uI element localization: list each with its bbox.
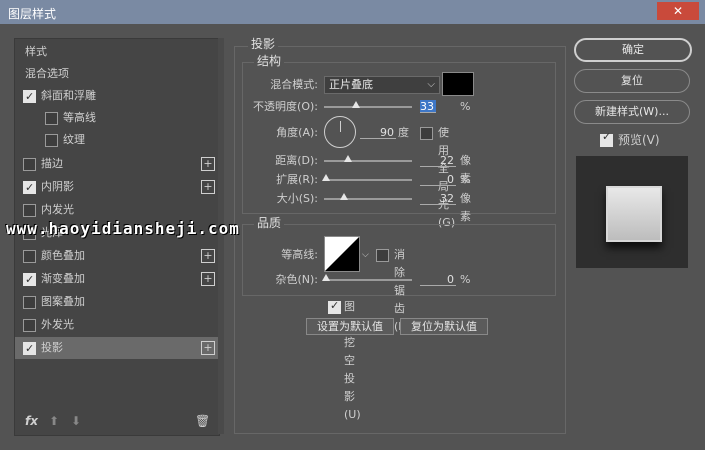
- fx-icon[interactable]: fx: [25, 414, 38, 428]
- move-down-icon[interactable]: ⬇: [71, 414, 81, 428]
- add-gradient-overlay-icon[interactable]: +: [201, 272, 215, 286]
- window-title: 图层样式: [8, 7, 57, 21]
- opacity-label: 不透明度(O):: [253, 100, 318, 113]
- contour-label: 等高线:: [281, 248, 318, 261]
- outer-glow-checkbox[interactable]: [23, 319, 36, 332]
- spread-value[interactable]: 0: [420, 173, 456, 186]
- blending-options-item[interactable]: 混合选项: [15, 63, 219, 85]
- drop-shadow-title: 投影: [248, 35, 279, 52]
- title-bar: 图层样式 ✕: [0, 0, 705, 24]
- dialog-actions-panel: 确定 复位 新建样式(W)... 预览(V): [574, 38, 692, 434]
- inner-glow-checkbox[interactable]: [23, 204, 36, 217]
- angle-dial[interactable]: [324, 116, 356, 148]
- knockout-checkbox[interactable]: [328, 297, 341, 315]
- new-style-button[interactable]: 新建样式(W)...: [574, 100, 690, 124]
- size-value[interactable]: 32: [420, 192, 456, 205]
- blend-mode-value: 正片叠底: [329, 78, 373, 91]
- opacity-unit: %: [460, 100, 471, 113]
- size-label: 大小(S):: [276, 192, 318, 205]
- preview-square: [606, 186, 662, 242]
- shadow-color-swatch[interactable]: [442, 72, 474, 96]
- texture-checkbox[interactable]: [45, 134, 58, 147]
- contour-preview[interactable]: [324, 236, 360, 272]
- distance-slider[interactable]: [324, 160, 412, 162]
- anti-alias-checkbox[interactable]: [376, 249, 389, 262]
- style-preview-thumbnail: [576, 156, 688, 268]
- style-item-pattern-overlay[interactable]: 图案叠加: [15, 291, 219, 313]
- contour-dropdown-icon[interactable]: ⌵: [362, 246, 369, 264]
- opacity-slider[interactable]: [324, 106, 412, 108]
- stroke-checkbox[interactable]: [23, 158, 36, 171]
- drop-shadow-panel: 投影 结构 混合模式: 正片叠底 ⌵ 不透明度(O): 33 % 角度(A): …: [234, 35, 566, 434]
- style-item-gradient-overlay[interactable]: 渐变叠加 +: [15, 268, 219, 291]
- add-color-overlay-icon[interactable]: +: [201, 249, 215, 263]
- opacity-slider-thumb[interactable]: [352, 101, 360, 108]
- reset-default-button[interactable]: 复位为默认值: [400, 318, 488, 335]
- bevel-emboss-checkbox[interactable]: [23, 86, 36, 108]
- spread-slider[interactable]: [324, 179, 412, 181]
- noise-slider-thumb[interactable]: [322, 274, 330, 281]
- add-drop-shadow-icon[interactable]: +: [201, 341, 215, 355]
- contour-curve-icon: [325, 237, 359, 271]
- style-list-header[interactable]: 样式: [15, 41, 219, 63]
- knockout-label: 图层挖空投影(U): [344, 300, 361, 421]
- contour-checkbox[interactable]: [45, 112, 58, 125]
- angle-label: 角度(A):: [276, 126, 318, 139]
- size-unit: 像素: [460, 192, 471, 223]
- distance-label: 距离(D):: [275, 154, 318, 167]
- style-item-bevel-emboss[interactable]: 斜面和浮雕: [15, 85, 219, 108]
- style-item-color-overlay[interactable]: 颜色叠加 +: [15, 245, 219, 267]
- angle-unit: 度: [398, 126, 409, 139]
- global-light-checkbox[interactable]: [420, 127, 433, 140]
- watermark-text: www.haoyidiansheji.com: [6, 219, 240, 238]
- spread-unit: %: [460, 173, 471, 186]
- noise-unit: %: [460, 273, 471, 286]
- size-slider[interactable]: [324, 198, 412, 200]
- style-item-stroke[interactable]: 描边 +: [15, 153, 219, 175]
- spread-label: 扩展(R):: [276, 173, 318, 186]
- add-inner-shadow-icon[interactable]: +: [201, 180, 215, 194]
- noise-slider[interactable]: [324, 279, 412, 281]
- noise-value[interactable]: 0: [420, 273, 456, 286]
- blend-mode-label: 混合模式:: [270, 78, 318, 91]
- quality-title: 品质: [254, 214, 285, 231]
- style-item-texture[interactable]: 纹理: [15, 129, 219, 151]
- pattern-overlay-checkbox[interactable]: [23, 296, 36, 309]
- drop-shadow-checkbox[interactable]: [23, 338, 36, 360]
- style-item-inner-glow[interactable]: 内发光: [15, 199, 219, 221]
- add-stroke-icon[interactable]: +: [201, 157, 215, 171]
- chevron-down-icon: ⌵: [427, 79, 435, 90]
- blend-mode-select[interactable]: 正片叠底 ⌵: [324, 76, 440, 94]
- distance-value[interactable]: 22: [420, 154, 456, 167]
- size-slider-thumb[interactable]: [340, 193, 348, 200]
- distance-slider-thumb[interactable]: [344, 155, 352, 162]
- style-item-outer-glow[interactable]: 外发光: [15, 314, 219, 336]
- structure-title: 结构: [254, 52, 285, 69]
- angle-value[interactable]: 90: [360, 126, 396, 139]
- style-item-drop-shadow[interactable]: 投影 +: [15, 337, 219, 360]
- make-default-button[interactable]: 设置为默认值: [306, 318, 394, 335]
- trash-icon[interactable]: 🗑: [195, 414, 210, 428]
- style-list-footer: fx ⬆ ⬇ 🗑: [15, 409, 219, 435]
- gradient-overlay-checkbox[interactable]: [23, 269, 36, 291]
- preview-checkbox[interactable]: [600, 130, 613, 147]
- noise-label: 杂色(N):: [275, 273, 318, 286]
- opacity-value[interactable]: 33: [420, 100, 436, 113]
- spread-slider-thumb[interactable]: [322, 174, 330, 181]
- inner-shadow-checkbox[interactable]: [23, 177, 36, 199]
- close-button[interactable]: ✕: [657, 2, 699, 20]
- reset-button[interactable]: 复位: [574, 69, 690, 93]
- ok-button[interactable]: 确定: [574, 38, 692, 62]
- preview-label: 预览(V): [618, 133, 660, 147]
- style-item-inner-shadow[interactable]: 内阴影 +: [15, 176, 219, 199]
- style-item-contour[interactable]: 等高线: [15, 107, 219, 129]
- move-up-icon[interactable]: ⬆: [49, 414, 59, 428]
- color-overlay-checkbox[interactable]: [23, 250, 36, 263]
